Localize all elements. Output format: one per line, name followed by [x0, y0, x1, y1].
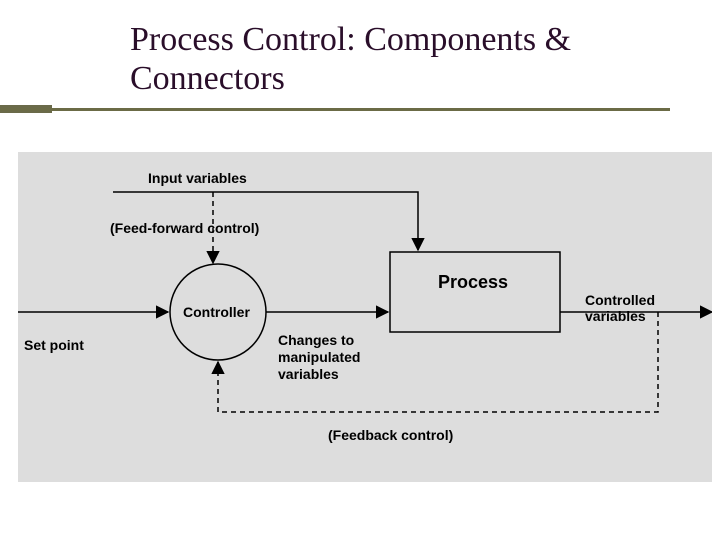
title-underline — [0, 108, 670, 111]
arrow-feedback — [218, 312, 658, 412]
slide-title: Process Control: Components & Connectors — [130, 20, 690, 98]
process-box — [390, 252, 560, 332]
diagram-panel: Input variables (Feed-forward control) C… — [18, 152, 712, 482]
controller-circle — [170, 264, 266, 360]
arrow-input-to-process — [113, 192, 418, 250]
diagram-svg — [18, 152, 712, 482]
